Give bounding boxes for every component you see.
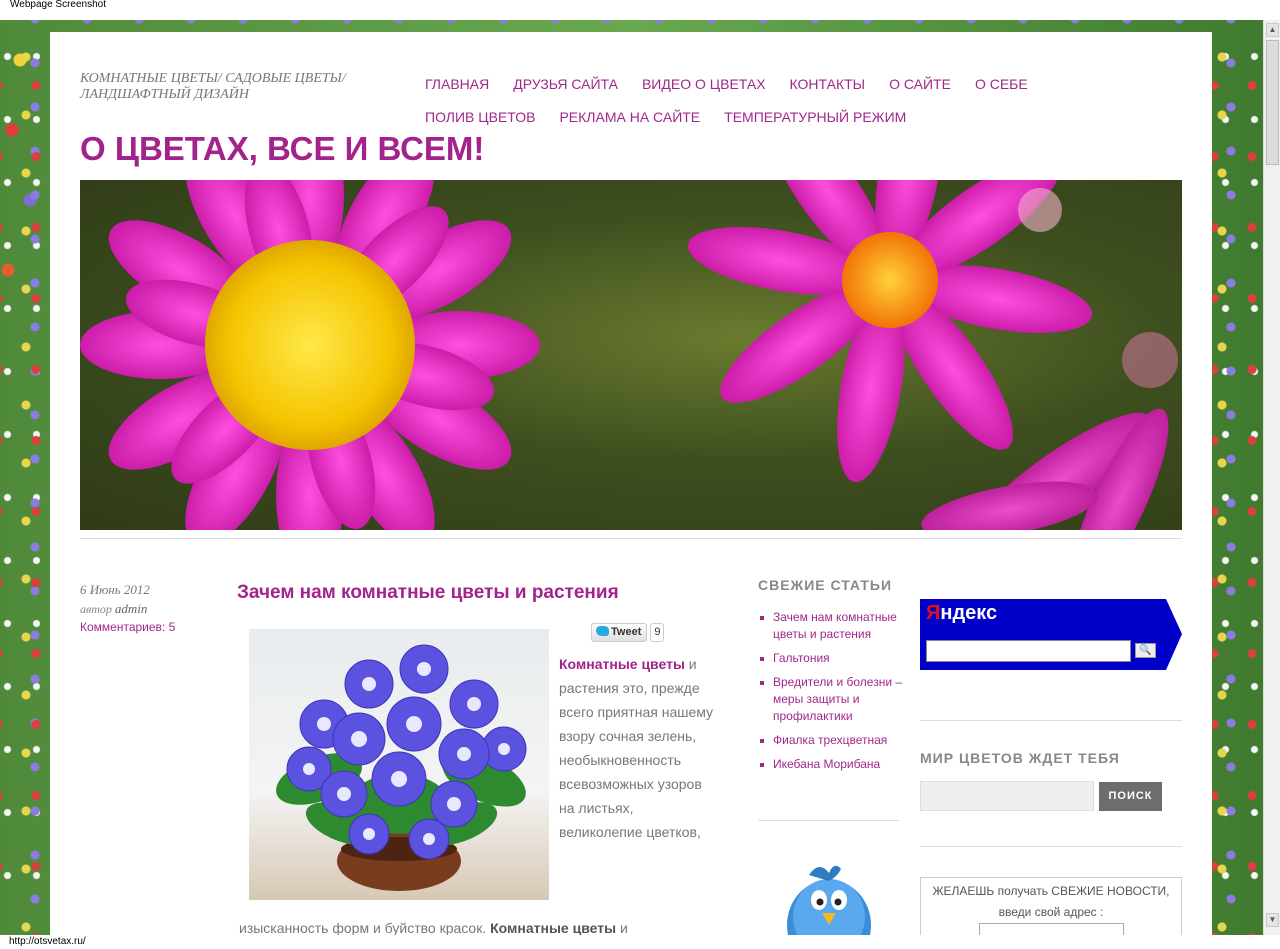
yandex-search-input[interactable] [926,640,1131,662]
author-link[interactable]: admin [115,601,148,616]
recent-posts-widget: СВЕЖИЕ СТАТЬИ Зачем нам комнатные цветы … [758,577,903,780]
subscribe-box: ЖЕЛАЕШЬ получать СВЕЖИЕ НОВОСТИ, введи с… [920,877,1182,935]
post-meta: 6 Июнь 2012 автор admin Комментариев: 5 [80,582,220,634]
vertical-scrollbar[interactable]: ▲ ▼ [1263,20,1280,935]
recent-posts-title: СВЕЖИЕ СТАТЬИ [758,577,893,593]
nav-advertising[interactable]: РЕКЛАМА НА САЙТЕ [559,101,700,134]
recent-posts-divider [758,820,899,821]
recent-post-link[interactable]: Вредители и болезни – меры защиты и проф… [758,674,903,725]
post-keyword-link[interactable]: Комнатные цветы [559,656,685,672]
recent-post-link[interactable]: Гальтония [758,650,903,667]
main-menu: ГЛАВНАЯ ДРУЗЬЯ САЙТА ВИДЕО О ЦВЕТАХ КОНТАКТ… [425,68,1185,134]
violet-illustration [276,644,527,891]
scrollbar-thumb[interactable] [1266,40,1279,165]
sidebar-divider [920,846,1182,847]
yandex-search-button[interactable]: 🔍 [1135,643,1156,658]
scroll-down-icon[interactable]: ▼ [1266,913,1279,927]
site-title[interactable]: О ЦВЕТАХ, ВСЕ И ВСЕМ! [80,130,484,168]
blue-bird-icon [787,865,871,935]
tweet-count: 9 [650,623,665,642]
post-excerpt-text: и растения это, прежде всего приятная на… [559,656,714,840]
post-excerpt-line2: изысканность форм и буйство красок. [239,920,487,935]
pink-flowers-illustration [80,180,1178,530]
sidebar-divider [920,720,1182,721]
nav-about-site[interactable]: О САЙТЕ [889,68,951,101]
tweet-button[interactable]: Tweet [591,623,648,642]
post-keyword-bold: Комнатные цветы [490,920,617,935]
subscribe-line2: введи свой адрес : [998,905,1104,919]
post-title[interactable]: Зачем нам комнатные цветы и растения [237,582,619,604]
site-search-title: МИР ЦВЕТОВ ЖДЕТ ТЕБЯ [920,750,1120,766]
nav-home[interactable]: ГЛАВНАЯ [425,68,489,101]
yandex-search-widget: Яндекс 🔍 [920,599,1182,670]
site-search-button[interactable]: ПОИСК [1099,782,1162,811]
post-excerpt: Комнатные цветы и растения это, прежде в… [559,652,719,844]
post-author: автор admin [80,601,220,617]
violet-plant-image [249,629,549,900]
subscribe-email-input[interactable] [978,923,1124,935]
nav-temperature[interactable]: ТЕМПЕРАТУРНЫЙ РЕЖИМ [724,101,906,134]
magnifier-icon: 🔍 [1139,645,1152,656]
comments-link[interactable]: Комментариев: 5 [80,620,220,634]
page-background: КОМНАТНЫЕ ЦВЕТЫ/ САДОВЫЕ ЦВЕТЫ/ ЛАНДШАФТ… [0,20,1263,935]
page-container: КОМНАТНЫЕ ЦВЕТЫ/ САДОВЫЕ ЦВЕТЫ/ ЛАНДШАФТ… [50,32,1212,935]
nav-contacts[interactable]: КОНТАКТЫ [790,68,866,101]
nav-friends[interactable]: ДРУЗЬЯ САЙТА [513,68,618,101]
tweet-widget: Tweet 9 [591,623,665,642]
author-prefix: автор [80,602,112,616]
site-description: КОМНАТНЫЕ ЦВЕТЫ/ САДОВЫЕ ЦВЕТЫ/ ЛАНДШАФТ… [80,71,346,102]
recent-post-link[interactable]: Зачем нам комнатные цветы и растения [758,609,903,643]
nav-about-me[interactable]: О СЕБЕ [975,68,1028,101]
post-excerpt-continued: изысканность форм и буйство красок. Комн… [239,916,699,935]
yandex-logo: Яндекс [926,602,998,624]
subscribe-line1: ЖЕЛАЕШЬ получать СВЕЖИЕ НОВОСТИ, [932,884,1170,898]
recent-post-link[interactable]: Фиалка трехцветная [758,732,903,749]
nav-video[interactable]: ВИДЕО О ЦВЕТАХ [642,68,766,101]
twitter-bird-mascot[interactable] [779,855,879,935]
header-banner-image [80,180,1182,530]
scroll-up-icon[interactable]: ▲ [1266,23,1279,37]
twitter-bird-icon [596,626,609,636]
post-date: 6 Июнь 2012 [80,582,150,597]
post-excerpt-line2-tail: и [619,920,628,935]
site-search-input[interactable] [920,781,1094,811]
header-divider [80,538,1182,539]
recent-posts-list: Зачем нам комнатные цветы и растения Гал… [758,609,903,773]
status-bar-url: http://otsvetax.ru/ [0,935,1280,949]
tweet-label: Tweet [611,626,642,638]
recent-post-link[interactable]: Икебана Морибана [758,756,903,773]
window-title: Webpage Screenshot [0,0,1280,20]
